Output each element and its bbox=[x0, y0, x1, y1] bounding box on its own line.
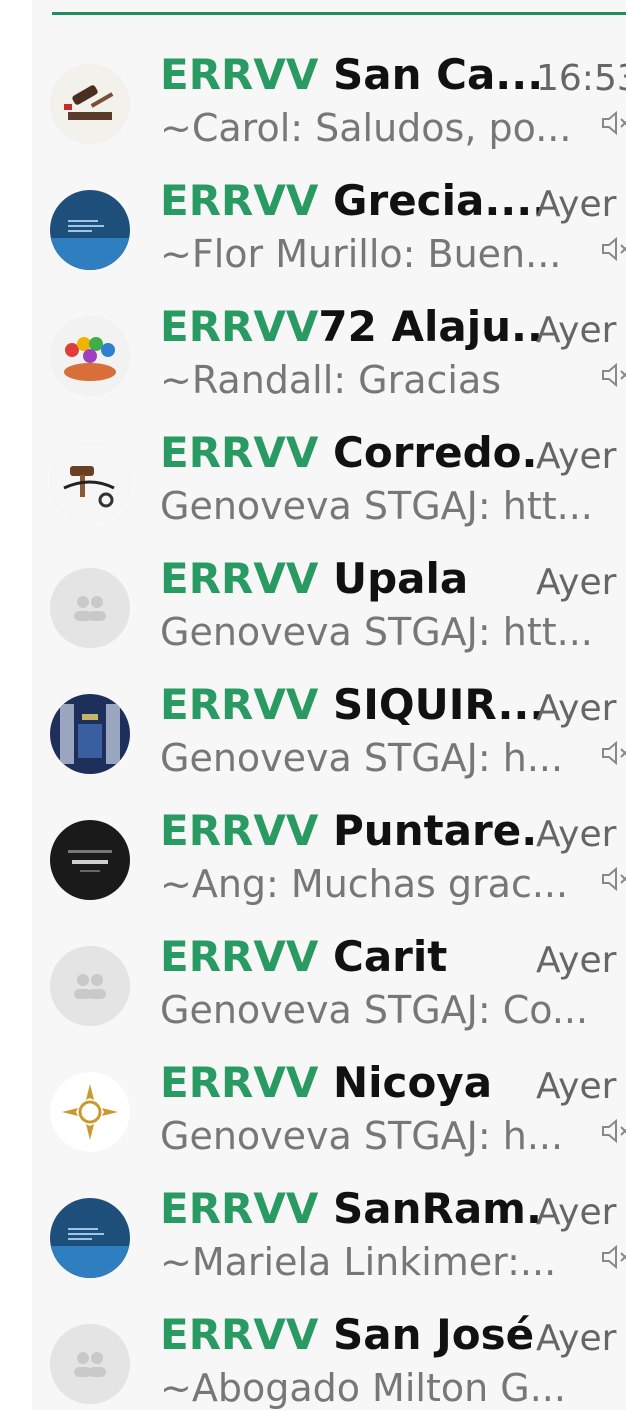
muted-icon bbox=[598, 736, 626, 770]
chat-title-name: 72 Alaju... bbox=[318, 302, 540, 351]
chat-time: Ayer bbox=[536, 1318, 617, 1359]
chat-title-prefix: ERRVV bbox=[160, 176, 319, 225]
colorful-people-avatar-icon bbox=[50, 316, 130, 396]
chat-title: ERRVV Corredo... bbox=[160, 428, 540, 477]
chat-list-item[interactable]: ERRVV72 Alaju... Ayer ~Randall: Gracias bbox=[32, 290, 626, 416]
muted-icon bbox=[598, 1114, 626, 1148]
muted-icon bbox=[598, 358, 626, 392]
chat-time: Ayer bbox=[536, 814, 617, 855]
chat-preview: Genoveva STGAJ: h... bbox=[160, 736, 564, 780]
chat-list-item[interactable]: ERRVV Grecia.... Ayer ~Flor Murillo: Bue… bbox=[32, 164, 626, 290]
chat-preview: ~Carol: Saludos, po... bbox=[160, 106, 572, 150]
chat-list-item[interactable]: ERRVV SanRam... Ayer ~Mariela Linkimer:.… bbox=[32, 1172, 626, 1298]
chat-list-item[interactable]: ERRVV Corredo... Ayer Genoveva STGAJ: ht… bbox=[32, 416, 626, 542]
chat-title-prefix: ERRVV bbox=[160, 428, 319, 477]
chat-title-name: San José bbox=[318, 1310, 535, 1359]
chat-list-item[interactable]: ERRVV Puntare... Ayer ~Ang: Muchas grac.… bbox=[32, 794, 626, 920]
chat-list-item[interactable]: ERRVV San José Ayer ~Abogado Milton G... bbox=[32, 1298, 626, 1410]
chat-preview: Genoveva STGAJ: htt... bbox=[160, 484, 593, 528]
chat-title-name: Corredo... bbox=[333, 428, 540, 477]
chat-preview: ~Flor Murillo: Buen... bbox=[160, 232, 562, 276]
chat-time: Ayer bbox=[536, 688, 617, 729]
default-group-avatar-icon bbox=[50, 1324, 130, 1404]
chat-title-prefix: ERRVV bbox=[160, 302, 319, 351]
chat-title-prefix: ERRVV bbox=[160, 1310, 319, 1359]
chat-list: ERRVV San Ca... 16:53 ~Carol: Saludos, p… bbox=[32, 38, 626, 1410]
chat-title: ERRVV72 Alaju... bbox=[160, 302, 540, 351]
gold-ornament-avatar-icon bbox=[50, 1072, 130, 1152]
chat-title-name: SIQUIR... bbox=[318, 680, 540, 729]
chat-preview: Genoveva STGAJ: Co... bbox=[160, 988, 589, 1032]
chat-title: ERRVV SIQUIR... bbox=[160, 680, 540, 729]
chat-title: ERRVV SanRam... bbox=[160, 1184, 540, 1233]
gavel-avatar-icon bbox=[50, 64, 130, 144]
chat-time: Ayer bbox=[536, 562, 617, 603]
chat-preview: ~Randall: Gracias bbox=[160, 358, 502, 402]
chat-title-name: San Ca... bbox=[318, 50, 540, 99]
chat-time: 16:53 bbox=[536, 58, 626, 99]
chat-list-item[interactable]: ERRVV San Ca... 16:53 ~Carol: Saludos, p… bbox=[32, 38, 626, 164]
chat-list-panel: ERRVV San Ca... 16:53 ~Carol: Saludos, p… bbox=[32, 0, 626, 1410]
chat-preview: Genoveva STGAJ: h... bbox=[160, 1114, 564, 1158]
muted-icon bbox=[598, 862, 626, 896]
chat-time: Ayer bbox=[536, 436, 617, 477]
chat-title: ERRVV Puntare... bbox=[160, 806, 540, 855]
chat-title-name: Grecia.... bbox=[318, 176, 540, 225]
chat-time: Ayer bbox=[536, 1192, 617, 1233]
dark-photo-avatar-icon bbox=[50, 820, 130, 900]
muted-icon bbox=[598, 106, 626, 140]
chat-list-item[interactable]: ERRVV Carit Ayer Genoveva STGAJ: Co... bbox=[32, 920, 626, 1046]
chat-title-name: Puntare... bbox=[333, 806, 540, 855]
chat-title-prefix: ERRVV bbox=[160, 1184, 319, 1233]
chat-title-name: Upala bbox=[318, 554, 469, 603]
blue-document-avatar-icon bbox=[50, 190, 130, 270]
chat-title-prefix: ERRVV bbox=[160, 554, 319, 603]
chat-list-item[interactable]: ERRVV Upala Ayer Genoveva STGAJ: htt... bbox=[32, 542, 626, 668]
chat-time: Ayer bbox=[536, 1066, 617, 1107]
chat-title-name: SanRam... bbox=[333, 1184, 540, 1233]
chat-title-prefix: ERRVV bbox=[160, 680, 319, 729]
top-divider bbox=[52, 12, 626, 15]
chat-preview: Genoveva STGAJ: htt... bbox=[160, 610, 593, 654]
chat-title-prefix: ERRVV bbox=[160, 50, 319, 99]
chat-title: ERRVV Upala bbox=[160, 554, 540, 603]
building-photo-avatar-icon bbox=[50, 694, 130, 774]
blue-document-avatar-icon bbox=[50, 1198, 130, 1278]
chat-title: ERRVV San José bbox=[160, 1310, 540, 1359]
chat-time: Ayer bbox=[536, 184, 617, 225]
chat-time: Ayer bbox=[536, 940, 617, 981]
chat-title: ERRVV Grecia.... bbox=[160, 176, 540, 225]
chat-title: ERRVV Nicoya bbox=[160, 1058, 540, 1107]
chat-list-item[interactable]: ERRVV Nicoya Ayer Genoveva STGAJ: h... bbox=[32, 1046, 626, 1172]
default-group-avatar-icon bbox=[50, 946, 130, 1026]
chat-title-name: Nicoya bbox=[318, 1058, 493, 1107]
chat-list-item[interactable]: ERRVV SIQUIR... Ayer Genoveva STGAJ: h..… bbox=[32, 668, 626, 794]
chat-title-prefix: ERRVV bbox=[160, 1058, 319, 1107]
chat-title: ERRVV Carit bbox=[160, 932, 540, 981]
default-group-avatar-icon bbox=[50, 568, 130, 648]
chat-time: Ayer bbox=[536, 310, 617, 351]
gavel-stethoscope-avatar-icon bbox=[50, 442, 130, 522]
chat-title-name: Carit bbox=[318, 932, 448, 981]
chat-preview: ~Abogado Milton G... bbox=[160, 1366, 566, 1410]
chat-title: ERRVV San Ca... bbox=[160, 50, 540, 99]
muted-icon bbox=[598, 232, 626, 266]
chat-preview: ~Mariela Linkimer:... bbox=[160, 1240, 557, 1284]
muted-icon bbox=[598, 1240, 626, 1274]
chat-preview: ~Ang: Muchas grac... bbox=[160, 862, 569, 906]
chat-title-prefix: ERRVV bbox=[160, 806, 319, 855]
chat-title-prefix: ERRVV bbox=[160, 932, 319, 981]
